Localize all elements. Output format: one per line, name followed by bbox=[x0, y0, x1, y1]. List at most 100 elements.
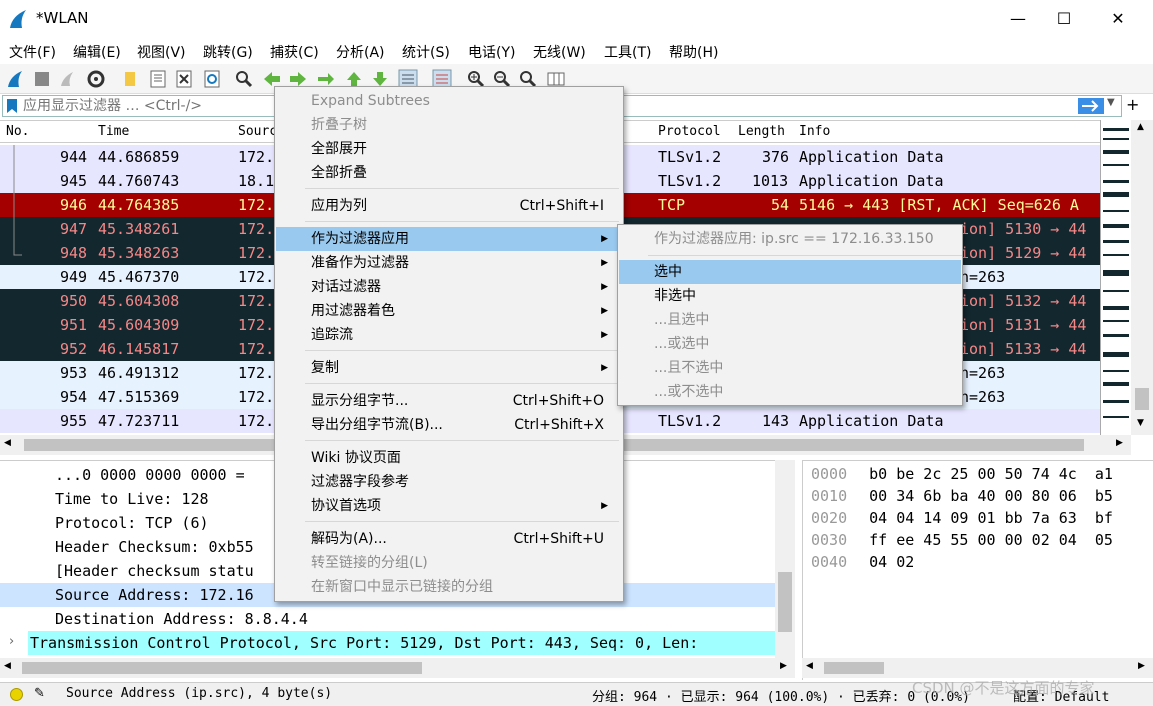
scroll-thumb[interactable] bbox=[778, 572, 792, 632]
menu-statistics[interactable]: 统计(S) bbox=[402, 42, 450, 62]
menu-capture[interactable]: 捕获(C) bbox=[270, 42, 319, 62]
restart-capture-icon[interactable] bbox=[58, 69, 78, 89]
menu-edit[interactable]: 编辑(E) bbox=[73, 42, 121, 62]
packet-info: Application Data bbox=[799, 148, 944, 166]
packet-minimap[interactable] bbox=[1100, 120, 1130, 435]
submenu-arrow-icon: ▶ bbox=[601, 501, 608, 511]
scroll-thumb[interactable] bbox=[824, 662, 884, 674]
apply-filter-arrow-icon[interactable] bbox=[1078, 98, 1104, 114]
bytes-line[interactable]: 0020 04 04 14 09 01 bb 7a 63 bf bbox=[811, 507, 1113, 529]
menu-item-expand-all[interactable]: 全部展开 bbox=[276, 137, 622, 161]
bytes-line[interactable]: 0040 04 02 bbox=[811, 551, 914, 573]
submenu-item-or-selected[interactable]: ...或选中 bbox=[619, 332, 961, 356]
packet-time: 45.348261 bbox=[98, 220, 180, 238]
menu-item-filter-field-reference[interactable]: 过滤器字段参考 bbox=[276, 470, 622, 494]
menu-wireless[interactable]: 无线(W) bbox=[533, 42, 586, 62]
close-button[interactable]: ✕ bbox=[1095, 0, 1141, 38]
packet-info: Application Data bbox=[799, 412, 944, 430]
scroll-left-icon[interactable]: ◀ bbox=[4, 661, 11, 671]
menu-item-show-packet-bytes[interactable]: 显示分组字节... Ctrl+Shift+O bbox=[276, 389, 622, 413]
column-time[interactable]: Time bbox=[98, 124, 129, 139]
menu-item-expand-subtrees[interactable]: Expand Subtrees bbox=[276, 89, 622, 113]
detail-line[interactable]: Destination Address: 8.8.4.4 bbox=[0, 607, 775, 631]
menu-analyze[interactable]: 分析(A) bbox=[336, 42, 385, 62]
column-no[interactable]: No. bbox=[6, 124, 29, 139]
expand-chevron-icon[interactable]: › bbox=[9, 634, 14, 649]
menu-item-decode-as[interactable]: 解码为(A)... Ctrl+Shift+U bbox=[276, 527, 622, 551]
menu-telephony[interactable]: 电话(Y) bbox=[468, 42, 515, 62]
menu-item-show-linked-in-new-window[interactable]: 在新窗口中显示已链接的分组 bbox=[276, 575, 622, 599]
scroll-thumb[interactable] bbox=[1135, 388, 1149, 410]
menu-item-copy[interactable]: 复制 ▶ bbox=[276, 356, 622, 380]
bytes-line[interactable]: 0000 b0 be 2c 25 00 50 74 4c a1 bbox=[811, 463, 1113, 485]
scroll-thumb[interactable] bbox=[22, 662, 422, 674]
filter-history-dropdown-icon[interactable]: ▼ bbox=[1107, 97, 1115, 108]
tcp-tree-item[interactable]: Transmission Control Protocol, Src Port:… bbox=[28, 631, 775, 655]
save-file-icon[interactable] bbox=[148, 69, 168, 89]
details-vertical-scrollbar[interactable] bbox=[775, 460, 795, 660]
menu-view[interactable]: 视图(V) bbox=[137, 42, 186, 62]
menu-item-collapse-all[interactable]: 全部折叠 bbox=[276, 161, 622, 185]
submenu-item-not-selected[interactable]: 非选中 bbox=[619, 284, 961, 308]
scroll-down-icon[interactable]: ▼ bbox=[1137, 418, 1144, 428]
menu-item-collapse-subtrees[interactable]: 折叠子树 bbox=[276, 113, 622, 137]
submenu-item-and-not-selected[interactable]: ...且不选中 bbox=[619, 356, 961, 380]
scroll-left-icon[interactable]: ◀ bbox=[806, 661, 813, 671]
menu-item-colorize-with-filter[interactable]: 用过滤器着色 ▶ bbox=[276, 299, 622, 323]
open-file-icon[interactable] bbox=[120, 69, 140, 89]
menu-go[interactable]: 跳转(G) bbox=[203, 42, 253, 62]
menu-item-export-packet-bytes[interactable]: 导出分组字节流(B)... Ctrl+Shift+X bbox=[276, 413, 622, 437]
packet-time: 46.145817 bbox=[98, 340, 180, 358]
submenu-item-selected[interactable]: 选中 bbox=[619, 260, 961, 284]
bytes-line[interactable]: 0010 00 34 6b ba 40 00 80 06 b5 bbox=[811, 485, 1113, 507]
scroll-right-icon[interactable]: ▶ bbox=[1138, 661, 1145, 671]
submenu-item-and-selected[interactable]: ...且选中 bbox=[619, 308, 961, 332]
status-bar: ✎ Source Address (ip.src), 4 byte(s) 分组:… bbox=[0, 679, 1153, 706]
capture-options-icon[interactable] bbox=[86, 69, 106, 89]
close-file-icon[interactable] bbox=[174, 69, 194, 89]
bytes-line[interactable]: 0030 ff ee 45 55 00 00 02 04 05 bbox=[811, 529, 1113, 551]
status-field-info: Source Address (ip.src), 4 byte(s) bbox=[66, 686, 333, 701]
maximize-button[interactable]: ☐ bbox=[1041, 0, 1087, 38]
menu-item-apply-as-filter[interactable]: 作为过滤器应用 ▶ bbox=[276, 227, 622, 251]
menu-item-wiki-protocol-page[interactable]: Wiki 协议页面 bbox=[276, 446, 622, 470]
conversation-bracket-icon bbox=[13, 145, 22, 256]
start-capture-icon[interactable] bbox=[6, 69, 26, 89]
menu-item-protocol-preferences[interactable]: 协议首选项 ▶ bbox=[276, 494, 622, 518]
bytes-horizontal-scrollbar[interactable]: ◀ ▶ bbox=[802, 658, 1153, 678]
menu-item-conversation-filter[interactable]: 对话过滤器 ▶ bbox=[276, 275, 622, 299]
details-horizontal-scrollbar[interactable]: ◀ ▶ bbox=[0, 658, 795, 678]
scroll-up-icon[interactable]: ▲ bbox=[1137, 122, 1144, 132]
add-filter-button-icon[interactable]: + bbox=[1126, 95, 1139, 114]
packet-info: n=263 bbox=[960, 268, 1006, 286]
packet-time: 45.348263 bbox=[98, 244, 180, 262]
bookmark-icon[interactable] bbox=[6, 98, 18, 114]
expert-info-icon[interactable] bbox=[10, 688, 23, 701]
reload-file-icon[interactable] bbox=[202, 69, 222, 89]
menu-file[interactable]: 文件(F) bbox=[9, 42, 56, 62]
scroll-left-icon[interactable]: ◀ bbox=[4, 438, 11, 448]
minimize-button[interactable]: — bbox=[995, 0, 1041, 38]
scroll-right-icon[interactable]: ▶ bbox=[1116, 438, 1123, 448]
packet-info: ion] 5130 → 44 bbox=[960, 220, 1087, 238]
column-protocol[interactable]: Protocol bbox=[658, 124, 721, 139]
menu-help[interactable]: 帮助(H) bbox=[669, 42, 718, 62]
packet-time: 46.491312 bbox=[98, 364, 180, 382]
menu-item-follow-stream[interactable]: 追踪流 ▶ bbox=[276, 323, 622, 347]
bytes-offset: 0010 bbox=[811, 487, 848, 505]
menu-tools[interactable]: 工具(T) bbox=[604, 42, 651, 62]
bytes-offset: 0020 bbox=[811, 509, 848, 527]
stop-capture-icon[interactable] bbox=[32, 69, 52, 89]
column-info[interactable]: Info bbox=[799, 124, 830, 139]
menu-item-prepare-as-filter[interactable]: 准备作为过滤器 ▶ bbox=[276, 251, 622, 275]
menu-separator bbox=[305, 221, 619, 222]
menu-item-go-to-linked-packet[interactable]: 转至链接的分组(L) bbox=[276, 551, 622, 575]
submenu-item-or-not-selected[interactable]: ...或不选中 bbox=[619, 380, 961, 404]
menu-item-apply-as-column[interactable]: 应用为列 Ctrl+Shift+I bbox=[276, 194, 622, 218]
edit-comment-icon[interactable]: ✎ bbox=[34, 686, 45, 701]
menu-item-label: ...且不选中 bbox=[654, 360, 724, 376]
scroll-right-icon[interactable]: ▶ bbox=[780, 661, 787, 671]
column-length[interactable]: Length bbox=[738, 124, 785, 139]
find-packet-icon[interactable] bbox=[234, 69, 254, 89]
packet-list-vertical-scrollbar[interactable]: ▲ ▼ bbox=[1131, 120, 1153, 435]
